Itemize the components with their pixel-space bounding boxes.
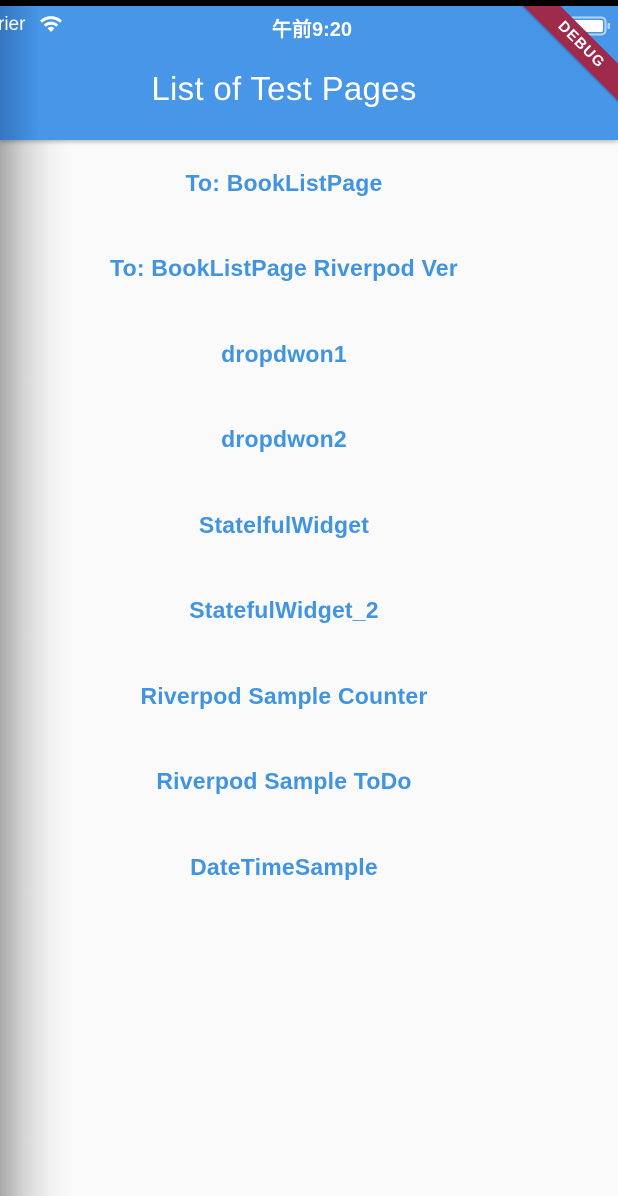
list-item-booklistpage-riverpod[interactable]: To: BookListPage Riverpod Ver (0, 226, 568, 312)
test-page-list: To: BookListPage To: BookListPage Riverp… (0, 140, 568, 910)
status-time: 午前9:20 (271, 19, 353, 41)
page-title: List of Test Pages (151, 70, 417, 107)
list-item-riverpod-todo[interactable]: Riverpod Sample ToDo (0, 739, 568, 825)
app-bar: rier 午前9:20 List of Test Pages (0, 6, 618, 140)
list-item-stateful-widget-2[interactable]: StatefulWidget_2 (0, 568, 568, 654)
device-top-edge (0, 0, 618, 6)
screen: rier 午前9:20 List of Test Pages DEBUG To:… (0, 0, 618, 1196)
list-item-booklistpage[interactable]: To: BookListPage (0, 140, 568, 226)
list-item-dropdown2[interactable]: dropdwon2 (0, 397, 568, 483)
list-item-dropdown1[interactable]: dropdwon1 (0, 312, 568, 398)
status-bar: rier 午前9:20 (0, 6, 618, 46)
list-item-stateful-widget[interactable]: StatelfulWidget (0, 483, 568, 569)
list-item-riverpod-counter[interactable]: Riverpod Sample Counter (0, 654, 568, 740)
list-item-datetime-sample[interactable]: DateTimeSample (0, 825, 568, 911)
